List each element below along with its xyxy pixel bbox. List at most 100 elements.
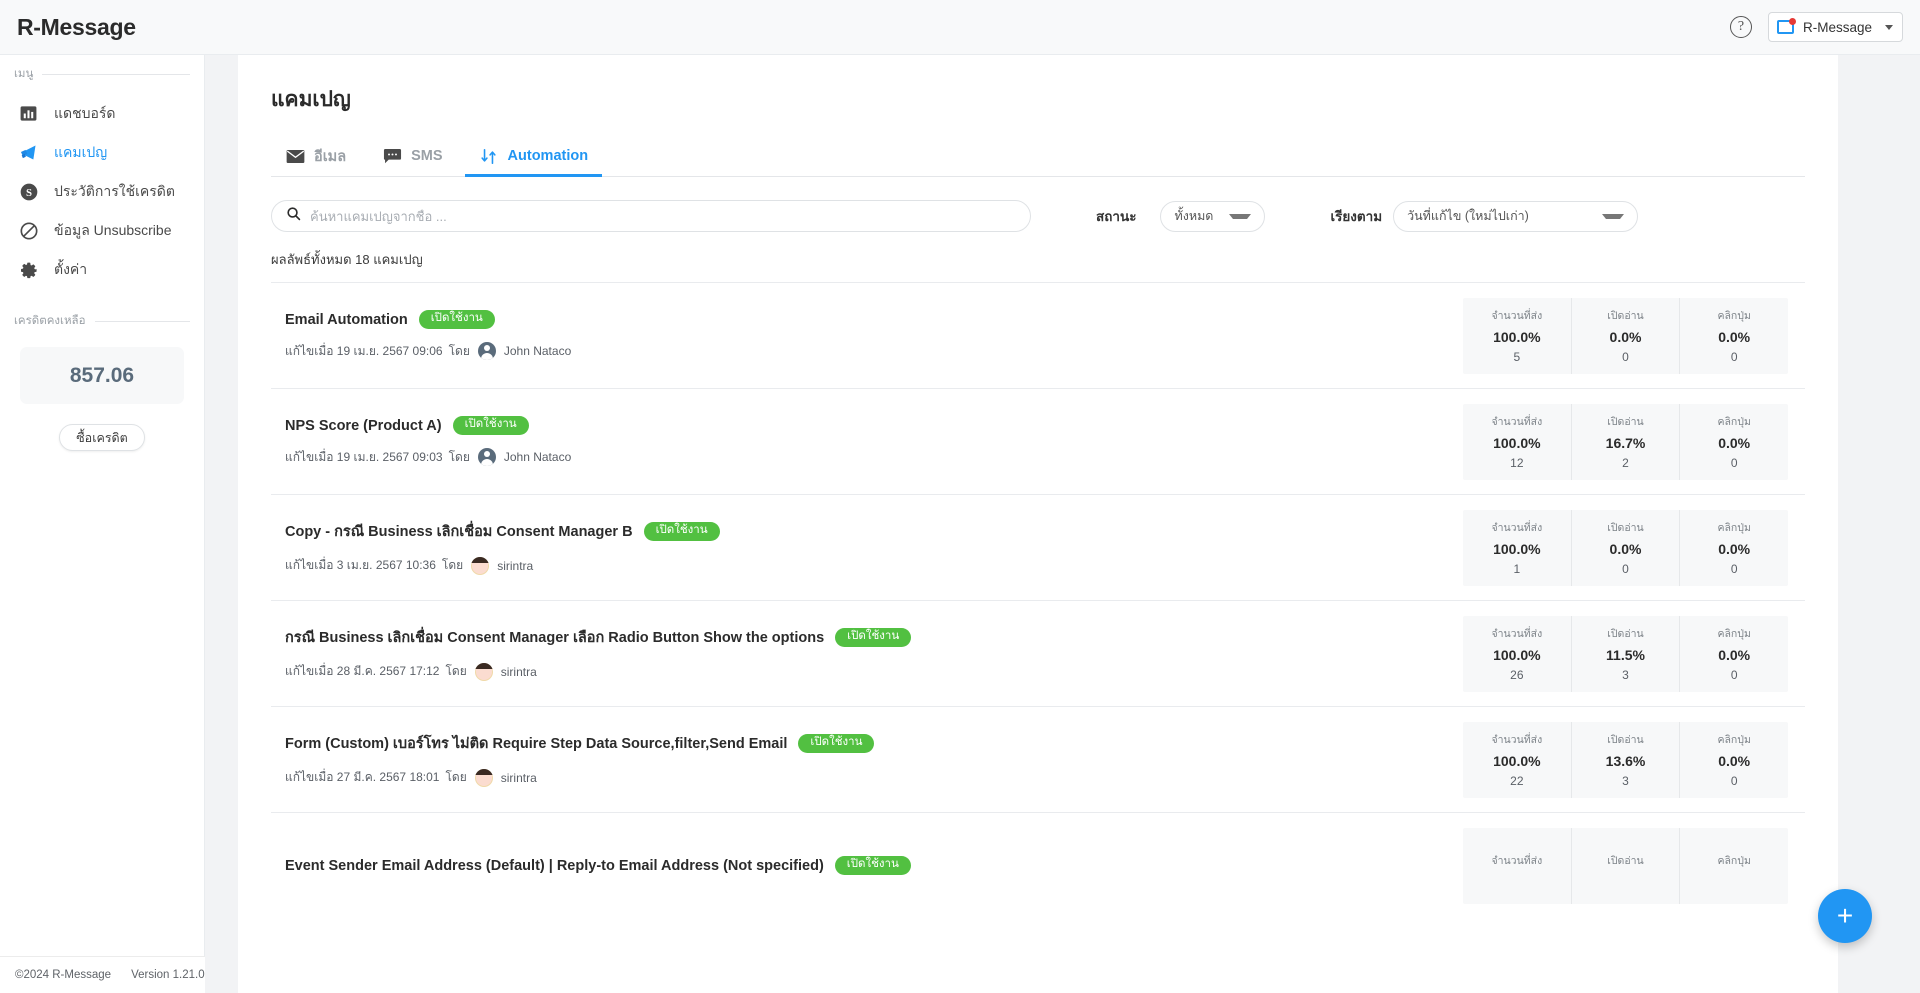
sidebar-item-settings[interactable]: ตั้งค่า <box>0 250 204 289</box>
sidebar-item-credit-history[interactable]: S ประวัติการใช้เครดิต <box>0 172 204 211</box>
chart-bar-icon <box>18 103 39 124</box>
sidebar-item-label: ข้อมูล Unsubscribe <box>54 221 172 238</box>
edited-at: แก้ไขเมื่อ 27 มี.ค. 2567 18:01 <box>285 770 440 784</box>
campaign-title-line: Copy - กรณี Business เลิกเชื่อม Consent … <box>285 520 1453 543</box>
sidebar-item-unsubscribe[interactable]: ข้อมูล Unsubscribe <box>0 211 204 250</box>
by-label: โดย <box>445 770 467 784</box>
by-label: โดย <box>445 664 467 678</box>
tab-label: Automation <box>507 148 589 164</box>
sidebar-credit-heading: เครดิตคงเหลือ <box>0 311 204 331</box>
stat-count: 5 <box>1513 350 1521 364</box>
stat-clicked: คลิกปุ่ม <box>1680 828 1788 904</box>
status-badge: เปิดใช้งาน <box>835 628 912 647</box>
campaign-author: sirintra <box>500 664 537 679</box>
stat-percent: 100.0% <box>1493 753 1541 769</box>
avatar <box>477 448 496 467</box>
envelope-icon <box>285 146 305 166</box>
status-badge: เปิดใช้งาน <box>643 522 720 541</box>
credit-balance-card: 857.06 <box>20 347 184 404</box>
campaign-meta: แก้ไขเมื่อ 28 มี.ค. 2567 17:12 โดย sirintr… <box>285 662 1453 681</box>
campaign-title: Form (Custom) เบอร์โทร ไม่ติด Require St… <box>285 736 788 752</box>
campaign-author: sirintra <box>497 558 534 573</box>
stat-count: 0 <box>1730 562 1738 576</box>
search-box[interactable] <box>271 200 1031 232</box>
stat-percent: 16.7% <box>1605 435 1646 451</box>
campaign-row[interactable]: กรณี Business เลิกเชื่อม Consent Manager… <box>271 600 1805 706</box>
edited-at: แก้ไขเมื่อ 3 เม.ย. 2567 10:36 <box>285 558 436 572</box>
sidebar-item-campaign[interactable]: แคมเปญ <box>0 133 204 172</box>
stat-clicked: คลิกปุ่ม 0.0% 0 <box>1680 404 1788 480</box>
campaign-meta: แก้ไขเมื่อ 27 มี.ค. 2567 18:01 โดย sirintr… <box>285 768 1453 787</box>
status-filter-select[interactable]: ทั้งหมด <box>1160 200 1266 232</box>
stat-label: เปิดอ่าน <box>1607 628 1644 640</box>
campaign-title-line: Event Sender Email Address (Default) | R… <box>285 856 1453 875</box>
tab-sms[interactable]: SMS <box>368 136 464 176</box>
stat-opened: เปิดอ่าน <box>1572 827 1681 904</box>
sort-filter-label: เรียงตาม <box>1330 209 1383 224</box>
campaign-row[interactable]: NPS Score (Product A) เปิดใช้งาน แก้ไขเมื่… <box>271 388 1805 494</box>
campaign-stats: จำนวนที่ส่ง 100.0% 22 เปิดอ่าน 13.6% 3 คลิกปุ่… <box>1463 721 1788 798</box>
stat-count: 0 <box>1730 350 1738 364</box>
stat-label: คลิกปุ่ม <box>1717 522 1751 534</box>
campaign-list: Email Automation เปิดใช้งาน แก้ไขเมื่อ 19 … <box>271 282 1805 918</box>
stat-count: 0 <box>1730 774 1738 788</box>
divider <box>94 320 190 322</box>
stat-percent: 0.0% <box>1609 541 1642 557</box>
campaign-title: กรณี Business เลิกเชื่อม Consent Manager… <box>285 630 825 646</box>
stat-clicked: คลิกปุ่ม 0.0% 0 <box>1680 510 1788 586</box>
buy-credit-button[interactable]: ซื้อเครดิต <box>59 424 145 451</box>
stat-count: 0 <box>1622 562 1629 576</box>
sidebar-menu-heading-label: เมนู <box>14 68 34 80</box>
stat-label: เปิดอ่าน <box>1607 522 1644 534</box>
add-campaign-button[interactable]: + <box>1818 889 1872 943</box>
stat-sent: จำนวนที่ส่ง 100.0% 12 <box>1463 403 1572 480</box>
status-badge: เปิดใช้งาน <box>798 734 875 753</box>
campaign-info: Copy - กรณี Business เลิกเชื่อม Consent … <box>271 520 1463 575</box>
campaign-row[interactable]: Form (Custom) เบอร์โทร ไม่ติด Require St… <box>271 706 1805 812</box>
chevron-down-icon <box>1602 213 1625 219</box>
search-input[interactable] <box>310 208 1016 224</box>
sort-filter-select[interactable]: วันที่แก้ไข (ใหม่ไปเก่า) <box>1393 200 1639 232</box>
campaign-title-line: Email Automation เปิดใช้งาน <box>285 310 1453 329</box>
stat-count: 2 <box>1622 456 1629 470</box>
stat-label: จำนวนที่ส่ง <box>1491 310 1543 322</box>
sort-filter-group: เรียงตาม วันที่แก้ไข (ใหม่ไปเก่า) <box>1330 200 1639 232</box>
stat-percent: 100.0% <box>1493 435 1541 451</box>
sidebar-credit-heading-label: เครดิตคงเหลือ <box>14 315 86 327</box>
campaign-title: Email Automation <box>285 311 408 328</box>
account-menu-button[interactable]: R-Message <box>1767 12 1903 42</box>
help-circle-icon[interactable]: ? <box>1729 16 1752 38</box>
status-filter-value: ทั้งหมด <box>1174 209 1214 223</box>
campaign-row[interactable]: Copy - กรณี Business เลิกเชื่อม Consent … <box>271 494 1805 600</box>
campaign-info: กรณี Business เลิกเชื่อม Consent Manager… <box>271 626 1463 681</box>
campaign-stats: จำนวนที่ส่ง เปิดอ่าน คลิกปุ่ม <box>1463 827 1788 904</box>
campaign-author: John Nataco <box>503 450 572 465</box>
sidebar-menu-heading: เมนู <box>0 64 204 84</box>
gear-icon <box>18 259 39 280</box>
campaign-row[interactable]: Email Automation เปิดใช้งานแก้ไขเมื่อ 19 … <box>271 282 1805 388</box>
campaign-info: Form (Custom) เบอร์โทร ไม่ติด Require St… <box>271 732 1463 787</box>
campaign-info: Email Automation เปิดใช้งานแก้ไขเมื่อ 19 … <box>271 310 1463 361</box>
stat-count: 0 <box>1730 456 1738 470</box>
campaign-row[interactable]: Event Sender Email Address (Default) | R… <box>271 812 1805 918</box>
version-label: Version 1.21.0 <box>131 969 205 981</box>
edited-at: แก้ไขเมื่อ 19 เม.ย. 2567 09:06 <box>285 343 443 358</box>
main-area: แคมเปญ อีเมล SMS Automation ค้นหาแคมเปญจ… <box>205 55 1920 993</box>
tab-automation[interactable]: Automation <box>464 136 611 177</box>
page-title: แคมเปญ <box>271 88 351 111</box>
buy-credit-wrap: ซื้อเครดิต <box>0 424 204 451</box>
content-card: แคมเปญ อีเมล SMS Automation ค้นหาแคมเปญจ… <box>238 55 1838 993</box>
stat-sent: จำนวนที่ส่ง <box>1463 827 1572 904</box>
tab-label: SMS <box>411 148 443 164</box>
stat-count: 3 <box>1622 668 1629 682</box>
sidebar: เมนู แดชบอร์ด แคมเปญ S ประวัติการใช้เครด… <box>0 55 205 993</box>
stat-percent: 0.0% <box>1718 435 1751 451</box>
tab-label: อีเมล <box>314 148 347 165</box>
status-badge: เปิดใช้งาน <box>834 856 911 875</box>
avatar <box>471 556 490 575</box>
tab-email[interactable]: อีเมล <box>271 136 368 176</box>
status-filter-group: สถานะ ทั้งหมด <box>1096 200 1266 232</box>
avatar <box>477 342 496 361</box>
sidebar-item-dashboard[interactable]: แดชบอร์ด <box>0 94 204 133</box>
campaign-stats: จำนวนที่ส่ง 100.0% 1 เปิดอ่าน 0.0% 0 คลิกปุ่ม 0… <box>1463 509 1788 586</box>
